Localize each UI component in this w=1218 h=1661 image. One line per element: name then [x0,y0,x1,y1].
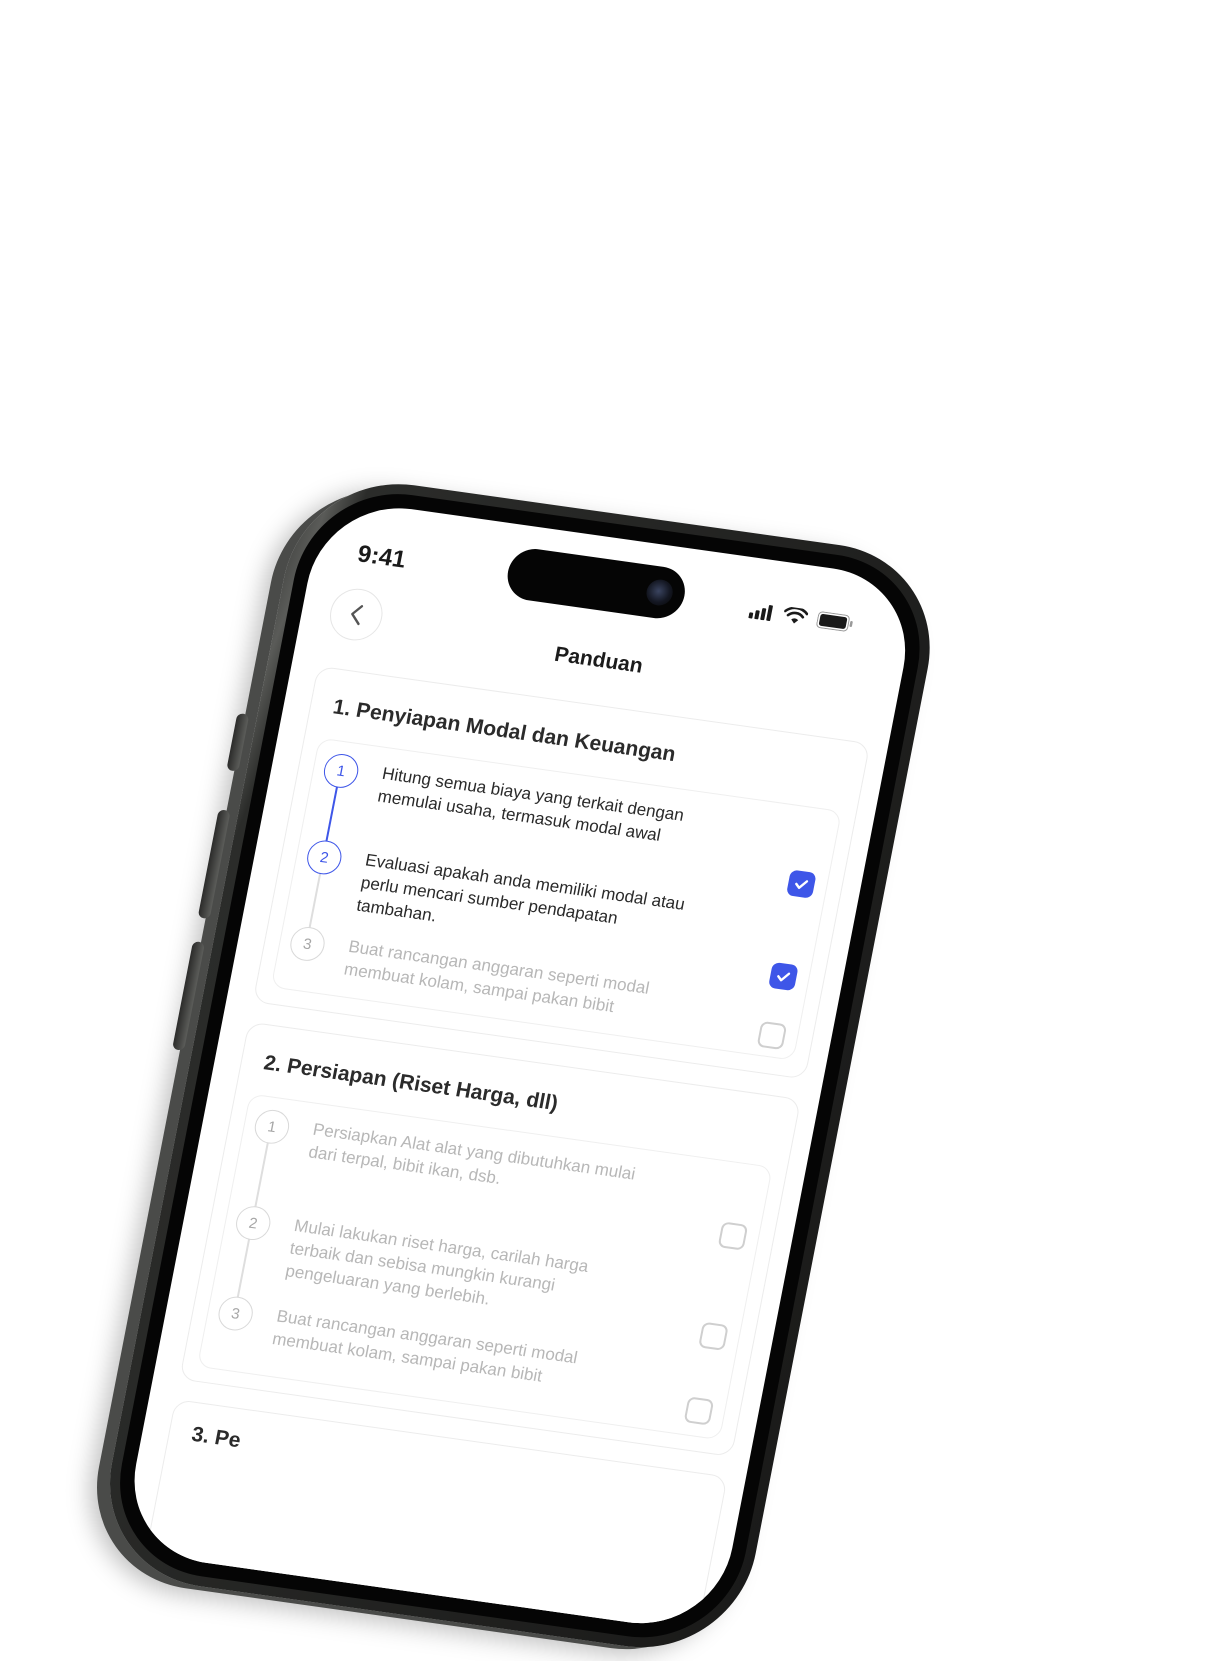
step-checkbox[interactable] [683,1396,715,1426]
step-item: 1 Persiapkan Alat alat yang dibutuhkan m… [249,1107,759,1251]
wifi-icon [781,606,809,631]
step-number: 2 [233,1204,274,1243]
step-list: 1 Persiapkan Alat alat yang dibutuhkan m… [196,1093,773,1441]
section-title: 3. Pe [189,1422,243,1453]
app-screen: 9:41 Panduan 1. Penyiapan Modal dan Keua… [119,496,921,1635]
battery-icon [815,611,855,638]
step-checkbox[interactable] [785,869,817,899]
dynamic-island [503,545,690,622]
step-text: Persiapkan Alat alat yang dibutuhkan mul… [307,1119,637,1188]
guide-section: 2. Persiapan (Riset Harga, dll) 1 Persia… [179,1021,802,1457]
step-number: 3 [215,1294,256,1333]
front-camera-icon [644,577,675,608]
step-text: Hitung semua biaya yang terkait dengan m… [376,763,686,845]
step-number: 2 [304,838,345,877]
step-checkbox[interactable] [768,961,799,992]
checkmark-icon [777,972,791,982]
step-list: 1 Hitung semua biaya yang terkait dengan… [270,737,842,1061]
step-checkbox[interactable] [698,1321,729,1351]
step-checkbox[interactable] [717,1221,749,1251]
status-time: 9:41 [355,540,409,574]
step-number: 1 [321,751,362,791]
signal-icon [747,602,775,626]
checkmark-icon [795,880,809,890]
guide-section: 1. Penyiapan Modal dan Keuangan 1 Hitung… [252,665,871,1080]
action-button [226,712,250,772]
step-number: 1 [251,1107,293,1146]
phone-mockup: 9:41 Panduan 1. Penyiapan Modal dan Keua… [91,470,949,1661]
status-icons [747,601,854,637]
step-number: 3 [287,924,328,964]
step-checkbox[interactable] [756,1020,788,1051]
